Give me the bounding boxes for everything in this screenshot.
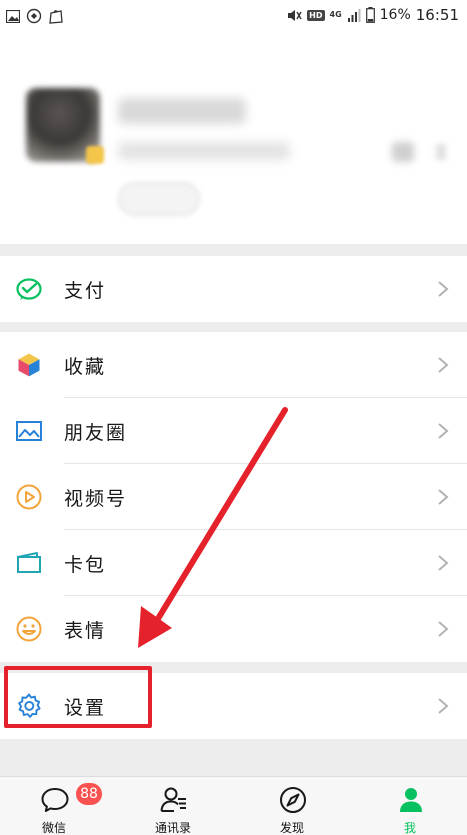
annotation-highlight-box bbox=[4, 666, 152, 728]
play-circle-icon bbox=[16, 484, 42, 510]
profile-name-redacted bbox=[118, 98, 246, 124]
menu-item-favorites[interactable]: 收藏 bbox=[0, 332, 467, 398]
menu-item-stickers[interactable]: 表情 bbox=[0, 596, 467, 662]
chat-bubble-icon bbox=[41, 788, 69, 812]
sync-icon bbox=[26, 8, 42, 24]
network-type: 4G bbox=[329, 10, 342, 19]
menu-item-moments[interactable]: 朋友圈 bbox=[0, 398, 467, 464]
status-button[interactable] bbox=[118, 182, 200, 216]
chevron-right-icon bbox=[438, 621, 449, 637]
menu-item-label: 收藏 bbox=[64, 355, 107, 378]
tab-me[interactable]: 我 bbox=[370, 777, 450, 835]
clock: 16:51 bbox=[415, 6, 459, 24]
menu-item-pay[interactable]: 支付 bbox=[0, 256, 467, 322]
hd-icon: HD bbox=[307, 9, 325, 21]
compass-icon bbox=[280, 787, 306, 813]
battery-percent: 16% bbox=[379, 7, 411, 23]
chevron-right-icon bbox=[438, 489, 449, 505]
menu-item-label: 支付 bbox=[64, 279, 107, 302]
mute-icon bbox=[288, 9, 302, 21]
tab-chats[interactable]: 88 微信 bbox=[14, 777, 102, 835]
menu-item-cards[interactable]: 卡包 bbox=[0, 530, 467, 596]
chevron-right-icon bbox=[438, 555, 449, 571]
smile-icon bbox=[16, 616, 42, 642]
menu-item-label: 表情 bbox=[64, 619, 107, 642]
menu-item-label: 视频号 bbox=[64, 487, 128, 510]
qr-code-icon[interactable] bbox=[392, 142, 414, 162]
chevron-right-icon bbox=[438, 698, 449, 714]
menu-group-pay: 支付 bbox=[0, 256, 467, 322]
signal-icon bbox=[347, 9, 361, 22]
menu-group-main: 收藏 朋友圈 视频号 卡包 表情 bbox=[0, 332, 467, 662]
tab-label: 通讯录 bbox=[154, 821, 191, 835]
menu-item-channels[interactable]: 视频号 bbox=[0, 464, 467, 530]
wechat-pay-icon bbox=[16, 278, 42, 300]
card-icon bbox=[17, 552, 41, 573]
unread-badge: 88 bbox=[76, 783, 102, 805]
status-bar: HD 4G 16% 16:51 bbox=[0, 0, 467, 34]
chevron-right-icon bbox=[438, 281, 449, 297]
bag-icon bbox=[49, 9, 63, 24]
chevron-right-icon bbox=[438, 357, 449, 373]
gallery-icon bbox=[6, 9, 20, 23]
tab-contacts[interactable]: 通讯录 bbox=[133, 777, 213, 835]
chevron-right-icon bbox=[436, 144, 446, 160]
wechat-id-redacted bbox=[118, 142, 290, 160]
menu-item-label: 卡包 bbox=[64, 553, 107, 576]
person-icon bbox=[400, 788, 422, 812]
image-icon bbox=[16, 421, 42, 441]
cube-icon bbox=[17, 352, 41, 378]
tab-label: 微信 bbox=[41, 821, 66, 835]
profile-header[interactable] bbox=[0, 34, 467, 244]
tab-label: 我 bbox=[403, 821, 416, 835]
tab-discover[interactable]: 发现 bbox=[252, 777, 332, 835]
tab-label: 发现 bbox=[279, 821, 304, 835]
contacts-icon bbox=[160, 787, 186, 812]
chevron-right-icon bbox=[438, 423, 449, 439]
battery-icon bbox=[365, 7, 375, 23]
menu-item-label: 朋友圈 bbox=[64, 421, 128, 444]
avatar-badge bbox=[86, 146, 104, 164]
bottom-tab-bar: 88 微信 通讯录 发现 我 bbox=[0, 776, 467, 835]
